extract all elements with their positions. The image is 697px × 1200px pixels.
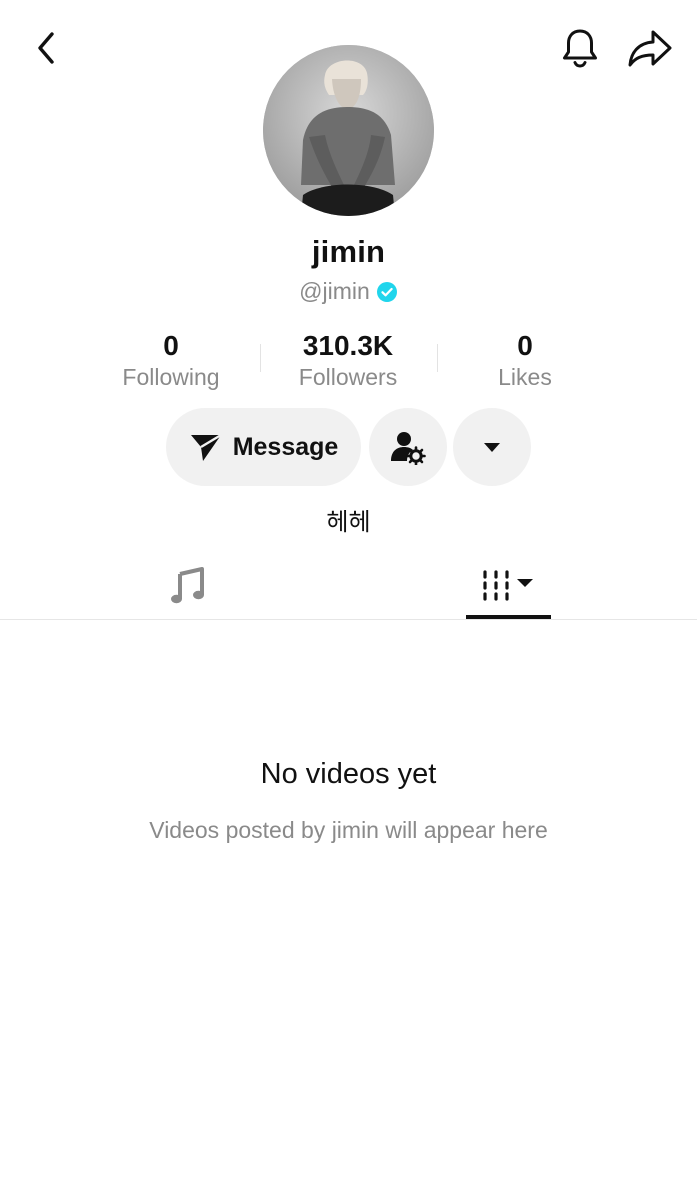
stat-followers[interactable]: 310.3K Followers — [258, 330, 438, 392]
likes-label: Likes — [498, 364, 552, 390]
bell-icon — [563, 29, 597, 68]
stat-following[interactable]: 0 Following — [81, 330, 261, 392]
share-arrow-icon — [628, 30, 672, 67]
send-plane-icon — [190, 433, 222, 461]
following-count: 0 — [163, 330, 179, 361]
following-label: Following — [122, 364, 220, 390]
notification-bell-button[interactable] — [556, 24, 604, 72]
back-button[interactable] — [28, 28, 64, 68]
chevron-left-icon — [38, 32, 54, 64]
profile-bio: 헤헤 — [326, 509, 371, 536]
caret-down-icon — [484, 443, 500, 452]
empty-state-title: No videos yet — [260, 758, 437, 790]
more-options-button[interactable] — [453, 408, 531, 486]
tab-music[interactable] — [160, 560, 216, 610]
videos-grid-icon — [482, 570, 533, 601]
tab-videos[interactable] — [466, 560, 551, 610]
empty-state-subtitle: Videos posted by jimin will appear here — [149, 817, 548, 843]
verified-badge-icon — [376, 281, 397, 302]
stat-likes[interactable]: 0 Likes — [435, 330, 615, 392]
music-note-icon — [171, 567, 204, 604]
share-button[interactable] — [624, 24, 676, 72]
message-button-label: Message — [232, 432, 339, 461]
user-gear-icon — [391, 432, 426, 465]
profile-settings-button[interactable] — [369, 408, 447, 486]
display-name: jimin — [311, 234, 386, 269]
followers-label: Followers — [298, 364, 398, 390]
likes-count: 0 — [517, 330, 533, 361]
avatar[interactable] — [263, 45, 434, 216]
followers-count: 310.3K — [302, 330, 394, 361]
tabs-divider — [0, 619, 697, 620]
username-handle: @jimin — [299, 278, 370, 304]
handle-row: @jimin — [0, 278, 697, 305]
profile-photo-image — [263, 45, 434, 216]
message-button[interactable]: Message — [166, 408, 361, 486]
